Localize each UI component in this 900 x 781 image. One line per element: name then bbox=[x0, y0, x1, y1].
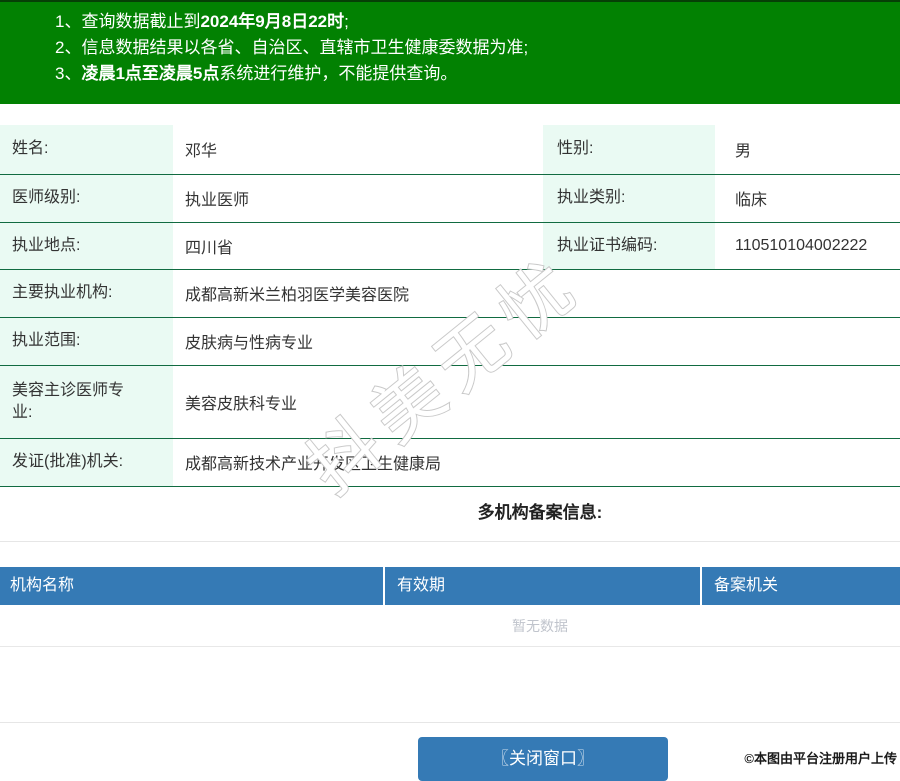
practice-type-value: 临床 bbox=[735, 192, 768, 209]
notice-banner: 1、查询数据截止到2024年9月8日22时; 2、信息数据结果以各省、自治区、直… bbox=[0, 0, 900, 104]
table-row: 姓名: 邓华 性别: 男 bbox=[0, 125, 900, 174]
notice-3-text: 3、 bbox=[55, 64, 82, 83]
cosmetic-specialty-label: 美容主诊医师专业: bbox=[0, 365, 173, 438]
filing-empty-row: 暂无数据 bbox=[0, 605, 900, 647]
name-value: 邓华 bbox=[185, 143, 218, 161]
table-row: 主要执业机构: 成都高新米兰柏羽医学美容医院 bbox=[0, 269, 900, 317]
notice-1-text: 1、查询数据截止到 bbox=[55, 12, 201, 31]
table-row: 医师级别: 执业医师 执业类别: 临床 bbox=[0, 174, 900, 222]
notice-line-3: 3、凌晨1点至凌晨5点系统进行维护，不能提供查询。 bbox=[0, 61, 900, 87]
practice-scope-label: 执业范围: bbox=[0, 317, 173, 365]
cosmetic-specialty-value: 美容皮肤科专业 bbox=[185, 395, 298, 413]
notice-1-suffix: ; bbox=[344, 12, 349, 31]
filing-table-header: 机构名称 有效期 备案机关 bbox=[0, 567, 900, 605]
practitioner-info-table: 姓名: 邓华 性别: 男 医师级别: 执业医师 执业类别: 临床 执业地点: 四… bbox=[0, 125, 900, 487]
gender-label: 性别: bbox=[543, 125, 715, 174]
doctor-level-label: 医师级别: bbox=[0, 174, 173, 222]
name-label: 姓名: bbox=[0, 125, 173, 174]
issuing-authority-label: 发证(批准)机关: bbox=[0, 438, 173, 486]
certificate-number-label: 执业证书编码: bbox=[543, 222, 715, 269]
notice-3-suffix: 系统进行维护，不能提供查询。 bbox=[219, 64, 458, 83]
notice-line-2: 2、信息数据结果以各省、自治区、直辖市卫生健康委数据为准; bbox=[0, 35, 900, 61]
filing-section-title: 多机构备案信息: bbox=[477, 503, 603, 522]
table-row: 美容主诊医师专业: 美容皮肤科专业 bbox=[0, 365, 900, 438]
copyright-note: ©本图由平台注册用户上传 bbox=[744, 751, 897, 766]
filing-col-authority: 备案机关 bbox=[700, 567, 900, 605]
divider bbox=[0, 541, 900, 542]
close-window-button[interactable]: 〖关闭窗口〗 bbox=[418, 737, 668, 781]
notice-line-1: 1、查询数据截止到2024年9月8日22时; bbox=[0, 9, 900, 35]
doctor-level-value: 执业医师 bbox=[185, 192, 250, 209]
primary-institution-value: 成都高新米兰柏羽医学美容医院 bbox=[185, 287, 410, 304]
practice-location-label: 执业地点: bbox=[0, 222, 173, 269]
table-row: 执业地点: 四川省 执业证书编码: 110510104002222 bbox=[0, 222, 900, 269]
issuing-authority-value: 成都高新技术产业开发区卫生健康局 bbox=[185, 456, 442, 473]
divider bbox=[0, 722, 900, 723]
table-row: 发证(批准)机关: 成都高新技术产业开发区卫生健康局 bbox=[0, 438, 900, 486]
notice-1-bold: 2024年9月8日22时 bbox=[200, 12, 345, 31]
practice-type-label: 执业类别: bbox=[543, 174, 715, 222]
certificate-number-value: 110510104002222 bbox=[735, 236, 868, 254]
table-row: 执业范围: 皮肤病与性病专业 bbox=[0, 317, 900, 365]
practice-scope-value: 皮肤病与性病专业 bbox=[185, 335, 314, 352]
notice-2-text: 2、信息数据结果以各省、自治区、直辖市卫生健康委数据为准; bbox=[55, 38, 529, 57]
practice-location-value: 四川省 bbox=[185, 239, 234, 257]
notice-3-bold: 凌晨1点至凌晨5点 bbox=[81, 64, 220, 83]
gender-value: 男 bbox=[735, 143, 752, 161]
filing-col-validity: 有效期 bbox=[383, 567, 700, 605]
filing-col-institution: 机构名称 bbox=[10, 577, 75, 594]
primary-institution-label: 主要执业机构: bbox=[0, 269, 173, 317]
